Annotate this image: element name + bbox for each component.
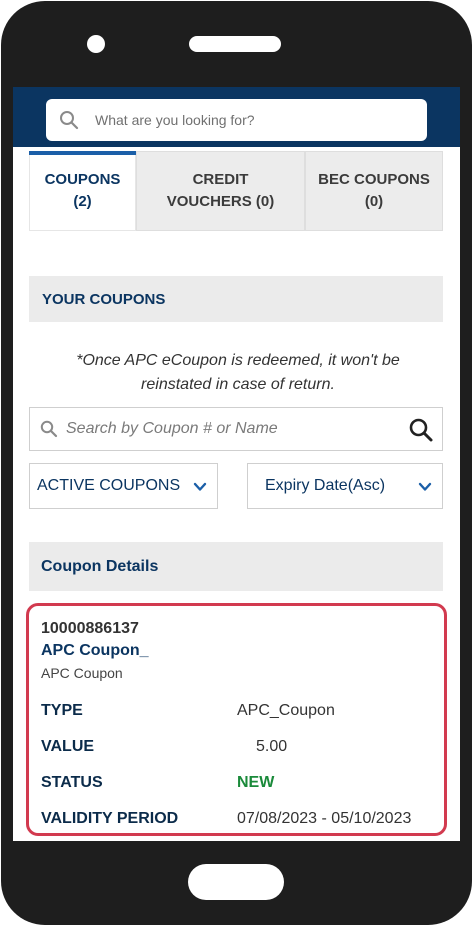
coupon-card[interactable]: 10000886137 APC Coupon_ APC Coupon TYPE … (26, 603, 447, 836)
tab-credit-vouchers[interactable]: CREDIT VOUCHERS (0) (136, 151, 305, 231)
coupon-search-placeholder: Search by Coupon # or Name (66, 420, 278, 437)
tab-credit-vouchers-label: CREDIT (192, 171, 249, 188)
coupon-search-input[interactable]: Search by Coupon # or Name (29, 407, 443, 451)
redeem-note: *Once APC eCoupon is redeemed, it won't … (43, 349, 433, 397)
type-value: APC_Coupon (237, 702, 335, 719)
status-badge: NEW (237, 774, 275, 791)
redeem-note-line1: *Once APC eCoupon is redeemed, it won't … (76, 352, 400, 369)
global-search-input[interactable]: What are you looking for? (46, 99, 427, 141)
tab-coupons-count: (2) (73, 193, 92, 210)
coupon-number: 10000886137 (41, 620, 139, 637)
coupon-subtitle: APC Coupon (41, 665, 123, 681)
validity-label: VALIDITY PERIOD (41, 810, 179, 827)
tab-bec-coupons-label: BEC COUPONS (318, 171, 430, 188)
app-screen: What are you looking for? COUPONS (2) CRE… (13, 87, 460, 841)
coupon-tabs: COUPONS (2) CREDIT VOUCHERS (0) BEC COUPON… (29, 151, 443, 231)
status-label: STATUS (41, 774, 103, 791)
status-filter-select[interactable]: ACTIVE COUPONS (29, 463, 218, 509)
your-coupons-header: YOUR COUPONS (29, 276, 443, 322)
your-coupons-title: YOUR COUPONS (42, 290, 166, 308)
tab-bec-coupons[interactable]: BEC COUPONS (0) (305, 151, 443, 231)
validity-value: 07/08/2023 - 05/10/2023 (237, 810, 412, 827)
global-search-placeholder: What are you looking for? (95, 112, 255, 128)
value-value: 5.00 (256, 738, 288, 755)
tab-coupons[interactable]: COUPONS (2) (29, 151, 136, 231)
value-label: VALUE (41, 738, 95, 755)
coupon-details-header: Coupon Details (29, 542, 443, 591)
tab-credit-vouchers-count: VOUCHERS (0) (166, 193, 275, 210)
status-filter-value: ACTIVE COUPONS (37, 477, 181, 494)
search-icon[interactable] (408, 417, 434, 443)
header-bar: What are you looking for? (13, 87, 460, 147)
sort-select[interactable]: Expiry Date(Asc) (247, 463, 443, 509)
sort-value: Expiry Date(Asc) (265, 477, 386, 494)
tab-coupons-label: COUPONS (44, 171, 121, 188)
chevron-down-icon (418, 481, 432, 493)
chevron-down-icon (193, 481, 207, 493)
coupon-name: APC Coupon_ (41, 642, 149, 659)
search-icon (40, 420, 58, 438)
front-camera (87, 35, 105, 53)
redeem-note-line2: reinstated in case of return. (141, 376, 335, 393)
type-label: TYPE (41, 702, 83, 719)
home-button[interactable] (188, 864, 284, 900)
phone-frame: What are you looking for? COUPONS (2) CRE… (1, 1, 472, 925)
speaker-grille (189, 36, 281, 52)
tab-bec-coupons-count: (0) (364, 193, 384, 210)
search-icon (59, 110, 79, 130)
coupon-details-title: Coupon Details (41, 557, 159, 575)
